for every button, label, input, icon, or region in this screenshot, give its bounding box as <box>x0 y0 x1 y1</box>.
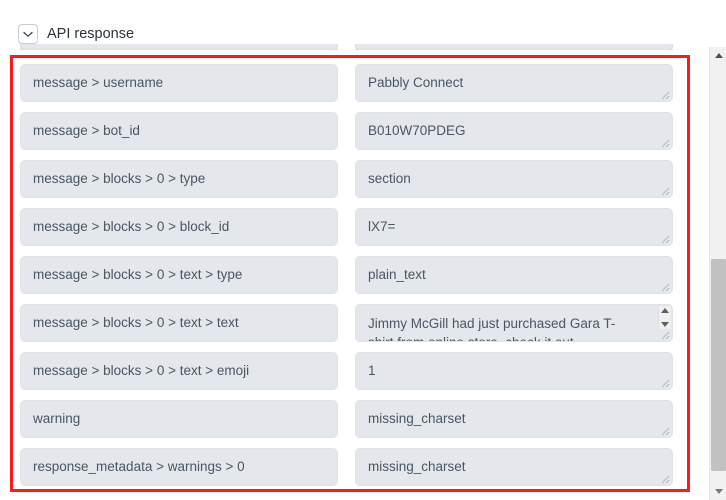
field-value-text: section <box>368 171 411 186</box>
response-field-row: message > blocks > 0 > block_id lX7= <box>0 208 686 246</box>
field-key-input[interactable]: message > blocks > 0 > text > emoji <box>20 352 338 390</box>
vertical-scrollbar[interactable] <box>709 47 726 500</box>
resize-grip-icon[interactable] <box>658 424 670 436</box>
field-value-text: plain_text <box>368 267 426 282</box>
resize-grip-icon[interactable] <box>658 328 670 340</box>
field-value-textarea[interactable]: Jimmy McGill had just purchased Gara T-s… <box>355 304 673 342</box>
response-field-list: message > username Pabbly Connect message … <box>0 0 686 500</box>
field-value-text: B010W70PDEG <box>368 123 466 138</box>
field-value-text: missing_charset <box>368 411 466 426</box>
resize-grip-icon[interactable] <box>658 136 670 148</box>
response-field-row: warning missing_charset <box>0 400 686 438</box>
scroll-down-arrow-icon[interactable] <box>710 483 726 500</box>
field-value-textarea[interactable]: B010W70PDEG <box>355 112 673 150</box>
field-value-textarea[interactable]: missing_charset <box>355 400 673 438</box>
resize-grip-icon[interactable] <box>658 184 670 196</box>
response-field-row: message > blocks > 0 > type section <box>0 160 686 198</box>
field-key-input[interactable]: warning <box>20 400 338 438</box>
scroll-up-arrow-icon[interactable] <box>710 47 726 64</box>
field-key-input[interactable]: message > username <box>20 64 338 102</box>
response-field-row: message > bot_id B010W70PDEG <box>0 112 686 150</box>
field-value-line-1: Jimmy McGill had just purchased Gara T- <box>368 316 616 331</box>
field-value-text: Pabbly Connect <box>368 75 464 90</box>
field-key-input[interactable]: message > blocks > 0 > text > type <box>20 256 338 294</box>
response-field-row: response_metadata > warnings > 0 missing_… <box>0 448 686 486</box>
resize-grip-icon[interactable] <box>658 280 670 292</box>
field-key-input[interactable]: response_metadata > warnings > 0 <box>20 448 338 486</box>
resize-grip-icon[interactable] <box>658 88 670 100</box>
textarea-scroll-up-icon[interactable] <box>661 308 669 313</box>
api-response-panel: API response message > username Pabbly Co… <box>0 0 726 500</box>
field-key-input[interactable]: message > blocks > 0 > block_id <box>20 208 338 246</box>
resize-grip-icon[interactable] <box>658 472 670 484</box>
resize-grip-icon[interactable] <box>658 232 670 244</box>
field-key-input[interactable]: message > bot_id <box>20 112 338 150</box>
field-value-text: lX7= <box>368 219 396 234</box>
field-value-textarea[interactable]: Pabbly Connect <box>355 64 673 102</box>
field-value-textarea[interactable]: plain_text <box>355 256 673 294</box>
field-key-input[interactable]: message > blocks > 0 > text > text <box>20 304 338 342</box>
textarea-scrollbar[interactable] <box>658 306 671 329</box>
response-field-row: message > blocks > 0 > text > emoji 1 <box>0 352 686 390</box>
textarea-scroll-down-icon[interactable] <box>661 322 669 327</box>
scrollbar-thumb[interactable] <box>711 259 726 471</box>
field-value-text: missing_charset <box>368 459 466 474</box>
field-value-line-2: shirt from online store, check it out. <box>368 333 648 341</box>
resize-grip-icon[interactable] <box>658 376 670 388</box>
response-field-row: message > blocks > 0 > text > text Jimmy … <box>0 304 686 342</box>
field-value-textarea[interactable]: 1 <box>355 352 673 390</box>
field-value-textarea[interactable]: missing_charset <box>355 448 673 486</box>
response-field-row: message > blocks > 0 > text > type plain_… <box>0 256 686 294</box>
field-value-text: 1 <box>368 363 376 378</box>
field-value-textarea[interactable]: section <box>355 160 673 198</box>
field-key-input[interactable]: message > blocks > 0 > type <box>20 160 338 198</box>
response-field-row: message > username Pabbly Connect <box>0 64 686 102</box>
field-value-textarea[interactable]: lX7= <box>355 208 673 246</box>
